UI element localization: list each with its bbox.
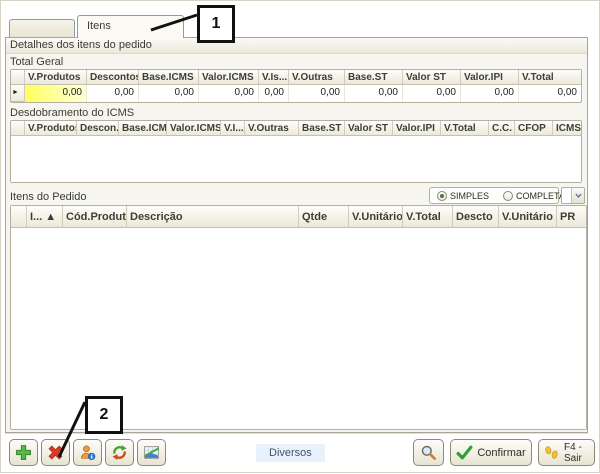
column-header: V.Total	[441, 121, 489, 136]
refresh-arrows-icon	[111, 444, 128, 461]
column-header[interactable]: V.Unitário	[499, 206, 557, 228]
chart-button[interactable]	[137, 439, 166, 466]
itens-header-row: I... ▲Cód.ProdutoDescriçãoQtdeV.Unitário…	[27, 206, 586, 228]
radio-simples[interactable]: SIMPLES	[437, 191, 489, 201]
row-selector-header	[11, 206, 27, 228]
tab-first[interactable]	[9, 19, 75, 38]
column-header[interactable]: Cód.Produto	[63, 206, 127, 228]
user-info-icon	[79, 444, 96, 461]
column-header: V.Total	[519, 70, 581, 85]
itens-pedido-label: Itens do Pedido	[6, 189, 90, 204]
confirm-button-label: Confirmar	[477, 447, 525, 459]
radio-unselected-icon	[503, 191, 513, 201]
column-header: Valor.IPI	[393, 121, 441, 136]
refresh-button[interactable]	[105, 439, 134, 466]
callout-2: 2	[85, 396, 123, 434]
search-button[interactable]	[413, 439, 444, 466]
desdobramento-label: Desdobramento do ICMS	[6, 105, 587, 120]
column-header: C.C.	[489, 121, 515, 136]
value-cell[interactable]: 0,00	[461, 85, 519, 102]
radio-selected-icon	[437, 191, 447, 201]
value-cell[interactable]: 0,00	[345, 85, 403, 102]
total-geral-header-row: V.ProdutosDescontosBase.ICMSValor.ICMSV.…	[25, 70, 581, 85]
column-header: Base.ICMS	[139, 70, 199, 85]
column-header: Descontos	[87, 70, 139, 85]
exit-button[interactable]: F4 - Sair	[538, 439, 595, 466]
column-header: Valor.ICMS	[199, 70, 259, 85]
column-header[interactable]: Descto	[453, 206, 499, 228]
column-header[interactable]: Descrição	[127, 206, 299, 228]
value-cell[interactable]: 0,00	[289, 85, 345, 102]
column-header: ICMS	[553, 121, 581, 136]
add-item-button[interactable]	[9, 439, 38, 466]
column-header: V.Outras	[245, 121, 299, 136]
column-header: V.Produtos	[25, 70, 87, 85]
radio-simples-label: SIMPLES	[450, 191, 489, 201]
diversos-label[interactable]: Diversos	[256, 444, 325, 462]
confirm-button[interactable]: Confirmar	[450, 439, 532, 466]
column-header[interactable]: PR	[557, 206, 586, 228]
desdobramento-grid: V.ProdutosDescon...Base.ICMSValor.ICMSV.…	[10, 120, 582, 183]
column-header: Base.ICMS	[119, 121, 167, 136]
column-header: Base.ST	[299, 121, 345, 136]
column-header: V.Produtos	[25, 121, 77, 136]
column-header: V.I...	[221, 121, 245, 136]
column-header: CFOP	[515, 121, 553, 136]
row-selector-header	[11, 121, 25, 136]
value-cell[interactable]: 0,00	[199, 85, 259, 102]
column-header: Descon...	[77, 121, 119, 136]
row-selector: ►	[11, 85, 25, 102]
detalhes-panel: Detalhes dos itens do pedido Total Geral…	[5, 37, 588, 433]
column-header: Valor ST	[345, 121, 393, 136]
row-selector-header	[11, 70, 25, 85]
bottom-toolbar: Diversos Confirmar F4 - Sair	[1, 439, 600, 469]
total-geral-value-row: 0,000,000,000,000,000,000,000,000,000,00	[25, 85, 581, 102]
column-header: Valor ST	[403, 70, 461, 85]
value-cell[interactable]: 0,00	[139, 85, 199, 102]
column-header[interactable]: V.Total	[403, 206, 453, 228]
value-cell[interactable]: 0,00	[87, 85, 139, 102]
tab-itens[interactable]: Itens	[77, 15, 184, 38]
customer-info-button[interactable]	[73, 439, 102, 466]
radio-completa[interactable]: COMPLETA	[503, 191, 565, 201]
column-header: Base.ST	[345, 70, 403, 85]
radio-completa-label: COMPLETA	[516, 191, 565, 201]
chevron-down-icon[interactable]	[571, 188, 584, 203]
value-cell[interactable]: 0,00	[403, 85, 461, 102]
column-header: V.Outras	[289, 70, 345, 85]
column-header[interactable]: V.Unitário	[349, 206, 403, 228]
search-icon	[420, 444, 437, 461]
current-row-icon: ►	[12, 89, 19, 96]
check-icon	[456, 444, 473, 461]
items-filter-combobox[interactable]	[561, 187, 585, 204]
value-cell[interactable]: 0,00	[519, 85, 581, 102]
value-cell[interactable]: 0,00	[25, 85, 87, 102]
column-header: V.Is...	[259, 70, 289, 85]
panel-title: Detalhes dos itens do pedido	[6, 38, 587, 54]
delete-x-icon	[47, 444, 64, 461]
callout-1: 1	[197, 5, 235, 43]
order-items-window: Itens Detalhes dos itens do pedido Total…	[0, 0, 600, 473]
desdobramento-empty-body[interactable]	[11, 136, 581, 182]
chart-icon	[143, 444, 160, 461]
delete-item-button[interactable]	[41, 439, 70, 466]
column-header: Valor.ICMS	[167, 121, 221, 136]
tab-strip: Itens	[9, 15, 184, 38]
column-header: Valor.IPI	[461, 70, 519, 85]
total-geral-grid: V.ProdutosDescontosBase.ICMSValor.ICMSV.…	[10, 69, 582, 103]
desdobramento-header-row: V.ProdutosDescon...Base.ICMSValor.ICMSV.…	[25, 121, 581, 136]
value-cell[interactable]: 0,00	[259, 85, 289, 102]
view-mode-radiogroup: SIMPLES COMPLETA	[429, 187, 559, 204]
exit-button-label: F4 - Sair	[564, 442, 590, 464]
column-header[interactable]: I... ▲	[27, 206, 63, 228]
plus-icon	[15, 444, 32, 461]
footprints-icon	[543, 444, 560, 461]
total-geral-label: Total Geral	[6, 54, 587, 69]
column-header[interactable]: Qtde	[299, 206, 349, 228]
